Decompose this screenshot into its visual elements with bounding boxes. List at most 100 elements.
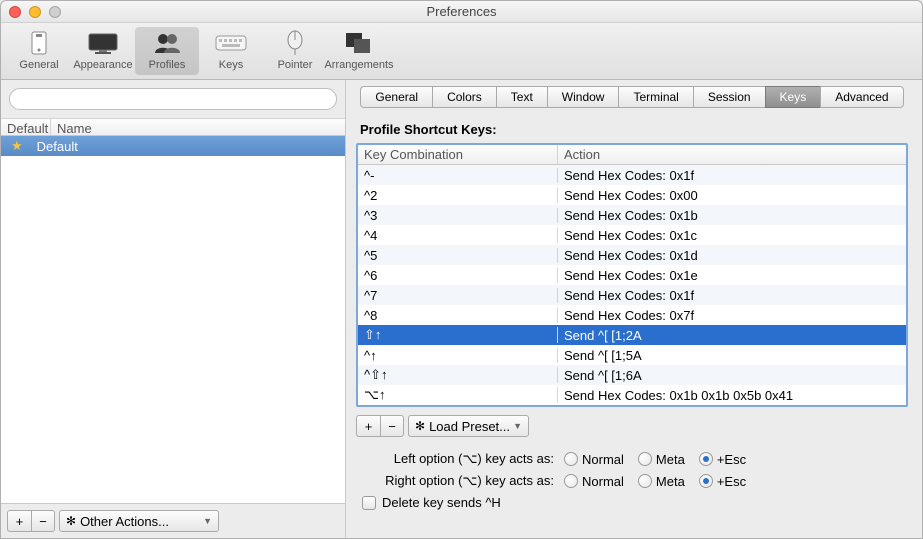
action-cell: Send ^[ [1;5A (558, 348, 906, 363)
tab-terminal[interactable]: Terminal (618, 86, 692, 108)
shortcuts-controls: + − ✻ Load Preset... ▼ (356, 415, 908, 437)
profiles-sidebar: Default Name ★ Default + − ✻ Other Actio… (1, 80, 346, 538)
profile-name: Default (37, 139, 78, 154)
star-icon: ★ (11, 138, 23, 154)
action-cell: Send ^[ [1;6A (558, 368, 906, 383)
left-option-row: Left option (⌥) key acts as: Normal Meta… (356, 451, 908, 467)
prefs-toolbar: General Appearance Profiles Keys Pointer (1, 23, 922, 80)
profiles-header: Default Name (1, 118, 345, 136)
keys-icon (211, 29, 251, 57)
window-title: Preferences (1, 4, 922, 19)
tab-colors[interactable]: Colors (432, 86, 496, 108)
toolbar-keys[interactable]: Keys (199, 27, 263, 75)
remove-profile-button[interactable]: − (31, 510, 55, 532)
table-row[interactable]: ^3Send Hex Codes: 0x1b (358, 205, 906, 225)
table-row[interactable]: ^-Send Hex Codes: 0x1f (358, 165, 906, 185)
general-icon (19, 29, 59, 57)
col-action[interactable]: Action (558, 145, 906, 164)
right-option-label: Right option (⌥) key acts as: (356, 473, 554, 489)
key-cell: ^6 (358, 268, 558, 283)
other-actions-label: Other Actions... (80, 514, 169, 529)
action-cell: Send ^[ [1;2A (558, 328, 906, 343)
key-cell: ⌥↑ (358, 387, 558, 403)
delete-checkbox[interactable] (362, 496, 376, 510)
table-row[interactable]: ^↑Send ^[ [1;5A (358, 345, 906, 365)
toolbar-appearance[interactable]: Appearance (71, 27, 135, 75)
table-row[interactable]: ⌥↑Send Hex Codes: 0x1b 0x1b 0x5b 0x41 (358, 385, 906, 405)
tab-window[interactable]: Window (547, 86, 619, 108)
key-cell: ^↑ (358, 348, 558, 363)
action-cell: Send Hex Codes: 0x1b 0x1b 0x5b 0x41 (558, 388, 906, 403)
remove-shortcut-button[interactable]: − (380, 415, 404, 437)
sidebar-footer: + − ✻ Other Actions... ▼ (1, 503, 345, 538)
titlebar: Preferences (1, 1, 922, 23)
add-shortcut-button[interactable]: + (356, 415, 380, 437)
load-preset-label: Load Preset... (429, 419, 510, 434)
arrangements-icon (339, 29, 379, 57)
shortcuts-table: Key Combination Action ^-Send Hex Codes:… (356, 143, 908, 407)
tab-advanced[interactable]: Advanced (820, 86, 903, 108)
preferences-window: Preferences General Appearance Profiles … (0, 0, 923, 539)
table-row[interactable]: ^5Send Hex Codes: 0x1d (358, 245, 906, 265)
key-cell: ^7 (358, 288, 558, 303)
tab-session[interactable]: Session (693, 86, 765, 108)
tab-text[interactable]: Text (496, 86, 547, 108)
left-normal-radio[interactable]: Normal (564, 452, 624, 467)
key-cell: ^4 (358, 228, 558, 243)
chevron-down-icon: ▼ (513, 421, 522, 431)
action-cell: Send Hex Codes: 0x1c (558, 228, 906, 243)
col-key-combination[interactable]: Key Combination (358, 145, 558, 164)
table-row[interactable]: ^8Send Hex Codes: 0x7f (358, 305, 906, 325)
gear-icon: ✻ (415, 420, 425, 432)
profile-row[interactable]: ★ Default (1, 136, 345, 156)
shortcuts-tbody[interactable]: ^-Send Hex Codes: 0x1f^2Send Hex Codes: … (358, 165, 906, 405)
profiles-list[interactable]: ★ Default (1, 136, 345, 503)
shortcut-keys-title: Profile Shortcut Keys: (360, 122, 908, 137)
delete-sends-row[interactable]: Delete key sends ^H (362, 495, 908, 510)
right-normal-radio[interactable]: Normal (564, 474, 624, 489)
pointer-icon (275, 29, 315, 57)
toolbar-general[interactable]: General (7, 27, 71, 75)
action-cell: Send Hex Codes: 0x1b (558, 208, 906, 223)
table-row[interactable]: ⇧↑Send ^[ [1;2A (358, 325, 906, 345)
left-option-group: Normal Meta +Esc (564, 452, 746, 467)
action-cell: Send Hex Codes: 0x1f (558, 288, 906, 303)
toolbar-pointer[interactable]: Pointer (263, 27, 327, 75)
key-cell: ⇧↑ (358, 327, 558, 343)
left-option-label: Left option (⌥) key acts as: (356, 451, 554, 467)
option-key-settings: Left option (⌥) key acts as: Normal Meta… (356, 451, 908, 510)
action-cell: Send Hex Codes: 0x1e (558, 268, 906, 283)
table-row[interactable]: ^4Send Hex Codes: 0x1c (358, 225, 906, 245)
left-meta-radio[interactable]: Meta (638, 452, 685, 467)
chevron-down-icon: ▼ (203, 516, 212, 526)
col-name[interactable]: Name (51, 119, 345, 135)
action-cell: Send Hex Codes: 0x00 (558, 188, 906, 203)
main-pane: General Colors Text Window Terminal Sess… (346, 80, 922, 538)
action-cell: Send Hex Codes: 0x1d (558, 248, 906, 263)
toolbar-arrangements[interactable]: Arrangements (327, 27, 391, 75)
action-cell: Send Hex Codes: 0x7f (558, 308, 906, 323)
shortcuts-thead: Key Combination Action (358, 145, 906, 165)
col-default[interactable]: Default (1, 119, 51, 135)
search-input[interactable] (9, 88, 337, 110)
key-cell: ^- (358, 168, 558, 183)
table-row[interactable]: ^2Send Hex Codes: 0x00 (358, 185, 906, 205)
toolbar-profiles[interactable]: Profiles (135, 27, 199, 75)
right-esc-radio[interactable]: +Esc (699, 474, 746, 489)
action-cell: Send Hex Codes: 0x1f (558, 168, 906, 183)
load-preset-menu[interactable]: ✻ Load Preset... ▼ (408, 415, 529, 437)
key-cell: ^8 (358, 308, 558, 323)
tab-keys[interactable]: Keys (765, 86, 821, 108)
search-wrap (1, 80, 345, 118)
right-meta-radio[interactable]: Meta (638, 474, 685, 489)
table-row[interactable]: ^⇧↑Send ^[ [1;6A (358, 365, 906, 385)
key-cell: ^3 (358, 208, 558, 223)
table-row[interactable]: ^6Send Hex Codes: 0x1e (358, 265, 906, 285)
table-row[interactable]: ^7Send Hex Codes: 0x1f (358, 285, 906, 305)
add-profile-button[interactable]: + (7, 510, 31, 532)
left-esc-radio[interactable]: +Esc (699, 452, 746, 467)
key-cell: ^5 (358, 248, 558, 263)
tab-general[interactable]: General (360, 86, 432, 108)
other-actions-menu[interactable]: ✻ Other Actions... ▼ (59, 510, 219, 532)
key-cell: ^⇧↑ (358, 367, 558, 383)
